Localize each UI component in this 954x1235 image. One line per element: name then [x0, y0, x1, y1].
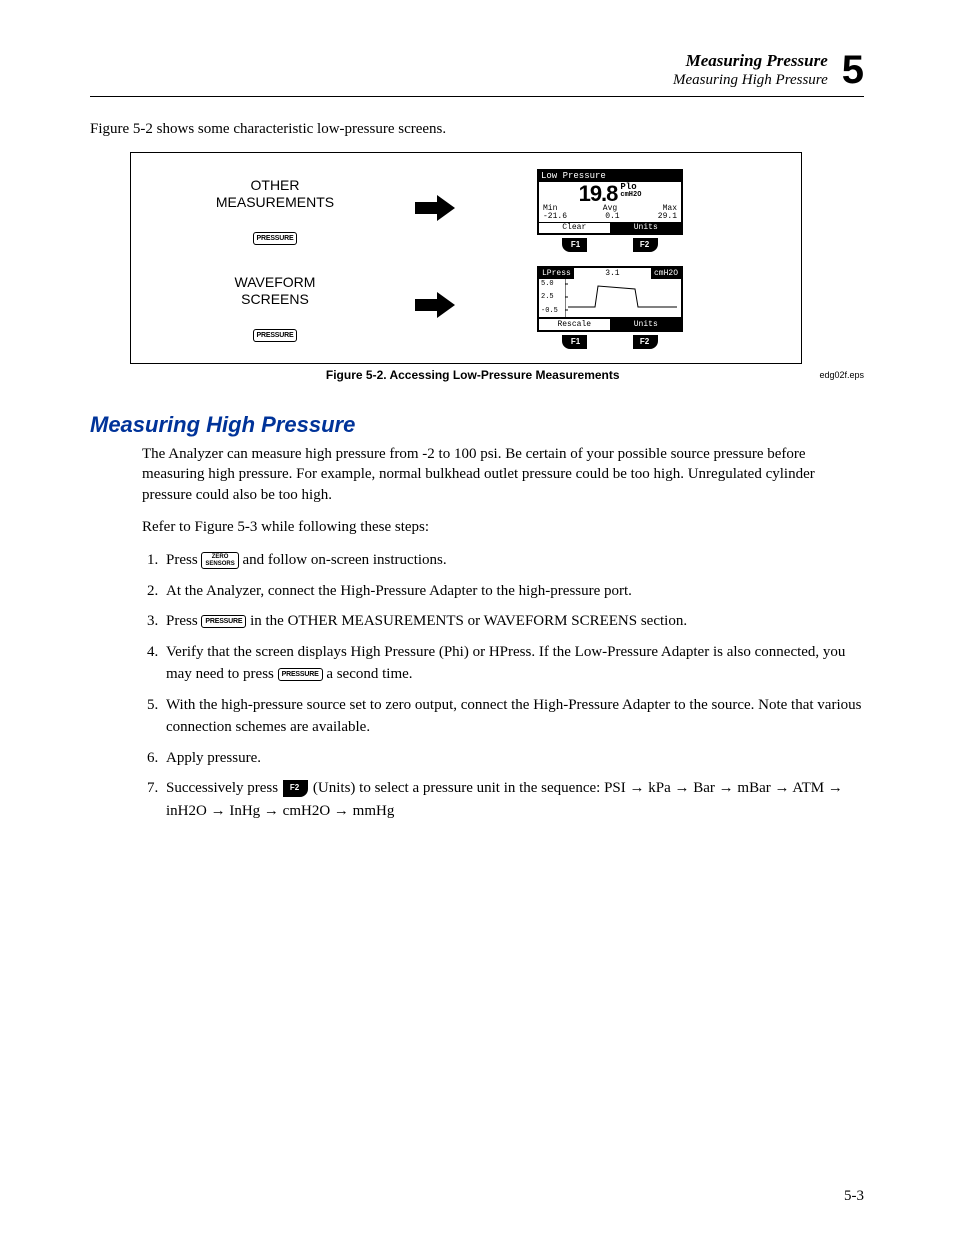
step-text: (Units) to select a pressure unit in the… [313, 780, 630, 796]
y-tick: 2.5 [541, 293, 554, 301]
unit: InHg [226, 803, 264, 819]
header-subtitle: Measuring High Pressure [673, 71, 828, 90]
arrow-right-icon [413, 193, 457, 223]
step-text: Press [166, 552, 201, 568]
unit: kPa [645, 780, 675, 796]
step-item: Press PRESSURE in the OTHER MEASUREMENTS… [162, 610, 864, 633]
arrow-icon: → [264, 802, 279, 819]
chapter-number: 5 [842, 50, 864, 90]
rescale-softkey: Rescale [539, 319, 611, 330]
unit: inH2O [166, 803, 211, 819]
arrow-icon: → [211, 802, 226, 819]
label-line: WAVEFORM [235, 274, 316, 292]
lcd-wave-title: LPress [539, 268, 574, 279]
f1-key-icon: F1 [562, 238, 587, 252]
step-text: in the OTHER MEASUREMENTS or WAVEFORM SC… [250, 613, 687, 629]
step-text: Successively press [166, 780, 282, 796]
label-line: MEASUREMENTS [216, 194, 334, 212]
step-text: Press [166, 613, 201, 629]
pressure-key-icon: PRESSURE [253, 329, 298, 342]
unit: Bar [690, 780, 719, 796]
arrow-icon: → [334, 802, 349, 819]
unit: mmHg [349, 803, 394, 819]
unit: mBar [734, 780, 775, 796]
arrow-right-icon [413, 290, 457, 320]
key-line: ZERO [212, 554, 229, 560]
step-item: With the high-pressure source set to zer… [162, 694, 864, 739]
body-paragraph: Refer to Figure 5-3 while following thes… [142, 517, 864, 537]
label-line: SCREENS [241, 291, 309, 309]
units-softkey: Units [611, 223, 682, 233]
step-item: Successively press F2 (Units) to select … [162, 777, 864, 822]
lcd-low-pressure: Low Pressure 19.8 Plo cmH2O Min Avg [537, 169, 683, 235]
figure-box: OTHER MEASUREMENTS PRESSURE Low Pressure… [130, 152, 802, 364]
page-header: Measuring Pressure Measuring High Pressu… [90, 50, 864, 97]
y-tick: 5.0 [541, 280, 554, 288]
page-number: 5-3 [844, 1188, 864, 1205]
min-value: -21.6 [543, 213, 567, 221]
arrow-icon: → [630, 779, 645, 796]
step-item: Apply pressure. [162, 747, 864, 770]
y-tick: -0.5 [541, 307, 558, 315]
zero-sensors-key-icon: ZERO SENSORS [201, 552, 238, 569]
pressure-key-icon: PRESSURE [253, 232, 298, 245]
f2-key-icon: F2 [283, 780, 308, 797]
waveform-screens-label: WAVEFORM SCREENS PRESSURE [145, 274, 405, 342]
max-value: 29.1 [658, 213, 677, 221]
arrow-icon: → [828, 779, 843, 796]
step-text: Verify that the screen displays High Pre… [166, 644, 845, 683]
clear-softkey: Clear [539, 223, 611, 233]
lcd-wave-value: 3.1 [574, 268, 651, 279]
steps-list: Press ZERO SENSORS and follow on-screen … [142, 549, 864, 822]
lcd-value: 19.8 [579, 183, 618, 205]
pressure-key-icon: PRESSURE [201, 615, 246, 628]
intro-text: Figure 5-2 shows some characteristic low… [90, 121, 864, 138]
section-heading: Measuring High Pressure [90, 412, 864, 438]
pressure-key-icon: PRESSURE [278, 668, 323, 681]
avg-value: 0.1 [605, 213, 619, 221]
arrow-icon: → [775, 779, 790, 796]
key-line: SENSORS [205, 561, 234, 567]
f2-key-icon: F2 [633, 335, 658, 349]
step-text: a second time. [326, 666, 412, 682]
unit: cmH2O [279, 803, 334, 819]
step-item: Press ZERO SENSORS and follow on-screen … [162, 549, 864, 572]
header-title: Measuring Pressure [673, 50, 828, 71]
f2-key-icon: F2 [633, 238, 658, 252]
arrow-icon: → [719, 779, 734, 796]
eps-filename: edg02f.eps [819, 370, 864, 380]
arrow-icon: → [675, 779, 690, 796]
figure-caption: Figure 5-2. Accessing Low-Pressure Measu… [130, 368, 815, 382]
step-item: Verify that the screen displays High Pre… [162, 641, 864, 686]
f1-key-icon: F1 [562, 335, 587, 349]
units-softkey: Units [611, 319, 682, 330]
lcd-unit: cmH2O [620, 192, 641, 199]
step-item: At the Analyzer, connect the High-Pressu… [162, 580, 864, 603]
waveform-plot [565, 279, 677, 317]
lcd-waveform: LPress 3.1 cmH2O 5.0 2.5 -0.5 [537, 266, 683, 332]
step-text: and follow on-screen instructions. [243, 552, 447, 568]
label-line: OTHER [251, 177, 300, 195]
unit: ATM [790, 780, 828, 796]
other-measurements-label: OTHER MEASUREMENTS PRESSURE [145, 177, 405, 245]
lcd-wave-unit: cmH2O [651, 268, 681, 279]
body-paragraph: The Analyzer can measure high pressure f… [142, 444, 864, 505]
